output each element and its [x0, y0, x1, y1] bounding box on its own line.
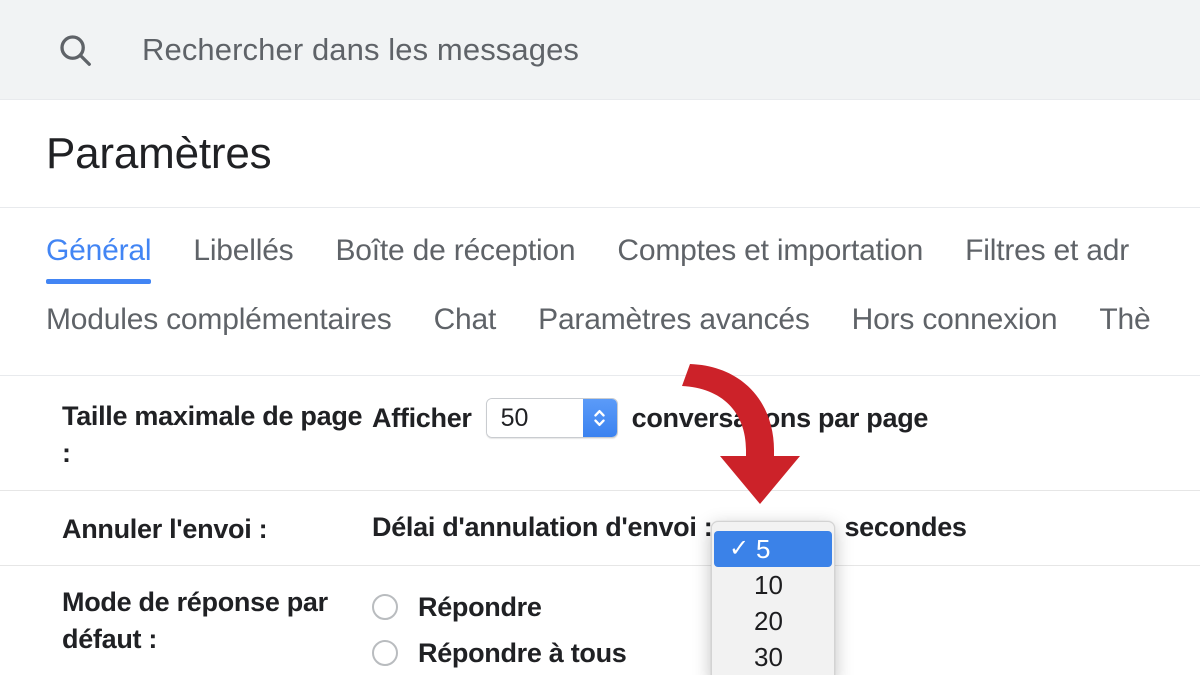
dropdown-option-label: 30	[754, 641, 783, 672]
tab-parametres-avances[interactable]: Paramètres avancés	[538, 302, 810, 353]
radio-label-repondre-a-tous: Répondre à tous	[418, 637, 627, 668]
page-size-prefix-text: Afficher	[372, 402, 472, 433]
tab-filtres-et-adresses-bloquees[interactable]: Filtres et adr	[965, 233, 1129, 284]
settings-tab-strip: Général Libellés Boîte de réception Comp…	[0, 207, 1200, 375]
dropdown-option-30[interactable]: 30	[712, 639, 834, 675]
tab-themes[interactable]: Thè	[1099, 302, 1150, 353]
search-bar[interactable]	[0, 0, 1200, 99]
setting-row-page-size: Taille maximale de page : Afficher 50 co…	[0, 376, 1200, 491]
tab-row-secondary: Modules complémentaires Chat Paramètres …	[0, 302, 1200, 353]
radio-option-repondre-a-tous[interactable]: Répondre à tous	[372, 630, 627, 675]
setting-control-page-size: Afficher 50 conversations par page	[372, 398, 928, 438]
tab-boite-de-reception[interactable]: Boîte de réception	[335, 233, 575, 284]
search-icon	[56, 31, 94, 69]
checkmark-icon: ✓	[728, 535, 750, 562]
radio-option-repondre[interactable]: Répondre	[372, 584, 627, 630]
dropdown-option-10[interactable]: 10	[712, 567, 834, 603]
page-title: Paramètres	[46, 128, 272, 178]
undo-send-suffix-text: secondes	[844, 512, 967, 542]
setting-row-default-reply: Mode de réponse par défaut : Répondre Ré…	[0, 566, 1200, 675]
stepper-updown-icon[interactable]	[582, 399, 617, 437]
page-size-suffix-text: conversations par page	[631, 402, 929, 433]
settings-title-bar: Paramètres	[0, 99, 1200, 207]
tab-hors-connexion[interactable]: Hors connexion	[852, 302, 1058, 353]
setting-label-page-size: Taille maximale de page :	[62, 401, 363, 469]
setting-control-undo-send: Délai d'annulation d'envoi : secondes	[372, 511, 967, 543]
radio-button-repondre[interactable]	[372, 594, 398, 620]
undo-send-dropdown-menu[interactable]: ✓ 5 10 20 30	[711, 521, 835, 675]
radio-label-repondre: Répondre	[418, 591, 542, 622]
undo-send-prefix-text: Délai d'annulation d'envoi :	[372, 512, 713, 542]
setting-label-default-reply: Mode de réponse par défaut :	[62, 587, 328, 655]
tab-chat[interactable]: Chat	[434, 302, 497, 353]
dropdown-option-5[interactable]: ✓ 5	[714, 531, 832, 567]
dropdown-option-20[interactable]: 20	[712, 603, 834, 639]
setting-row-undo-send: Annuler l'envoi : Délai d'annulation d'e…	[0, 491, 1200, 566]
tab-general[interactable]: Général	[46, 233, 152, 285]
gmail-settings-screen: Paramètres Général Libellés Boîte de réc…	[0, 0, 1200, 675]
tab-comptes-et-importation[interactable]: Comptes et importation	[617, 233, 923, 284]
search-input[interactable]	[140, 30, 1044, 69]
dropdown-option-label: 20	[754, 605, 783, 636]
radio-button-repondre-a-tous[interactable]	[372, 640, 398, 666]
dropdown-option-label: 5	[756, 533, 771, 564]
tab-row-primary: Général Libellés Boîte de réception Comp…	[0, 233, 1200, 285]
tab-libelles[interactable]: Libellés	[193, 233, 293, 284]
tab-modules-complementaires[interactable]: Modules complémentaires	[46, 302, 392, 353]
settings-list: Taille maximale de page : Afficher 50 co…	[0, 375, 1200, 675]
dropdown-option-label: 10	[754, 569, 783, 600]
page-size-select-value: 50	[486, 399, 583, 437]
setting-label-undo-send: Annuler l'envoi :	[62, 514, 268, 544]
page-size-select[interactable]: 50	[485, 398, 618, 438]
setting-control-default-reply: Répondre Répondre à tous	[372, 584, 627, 675]
